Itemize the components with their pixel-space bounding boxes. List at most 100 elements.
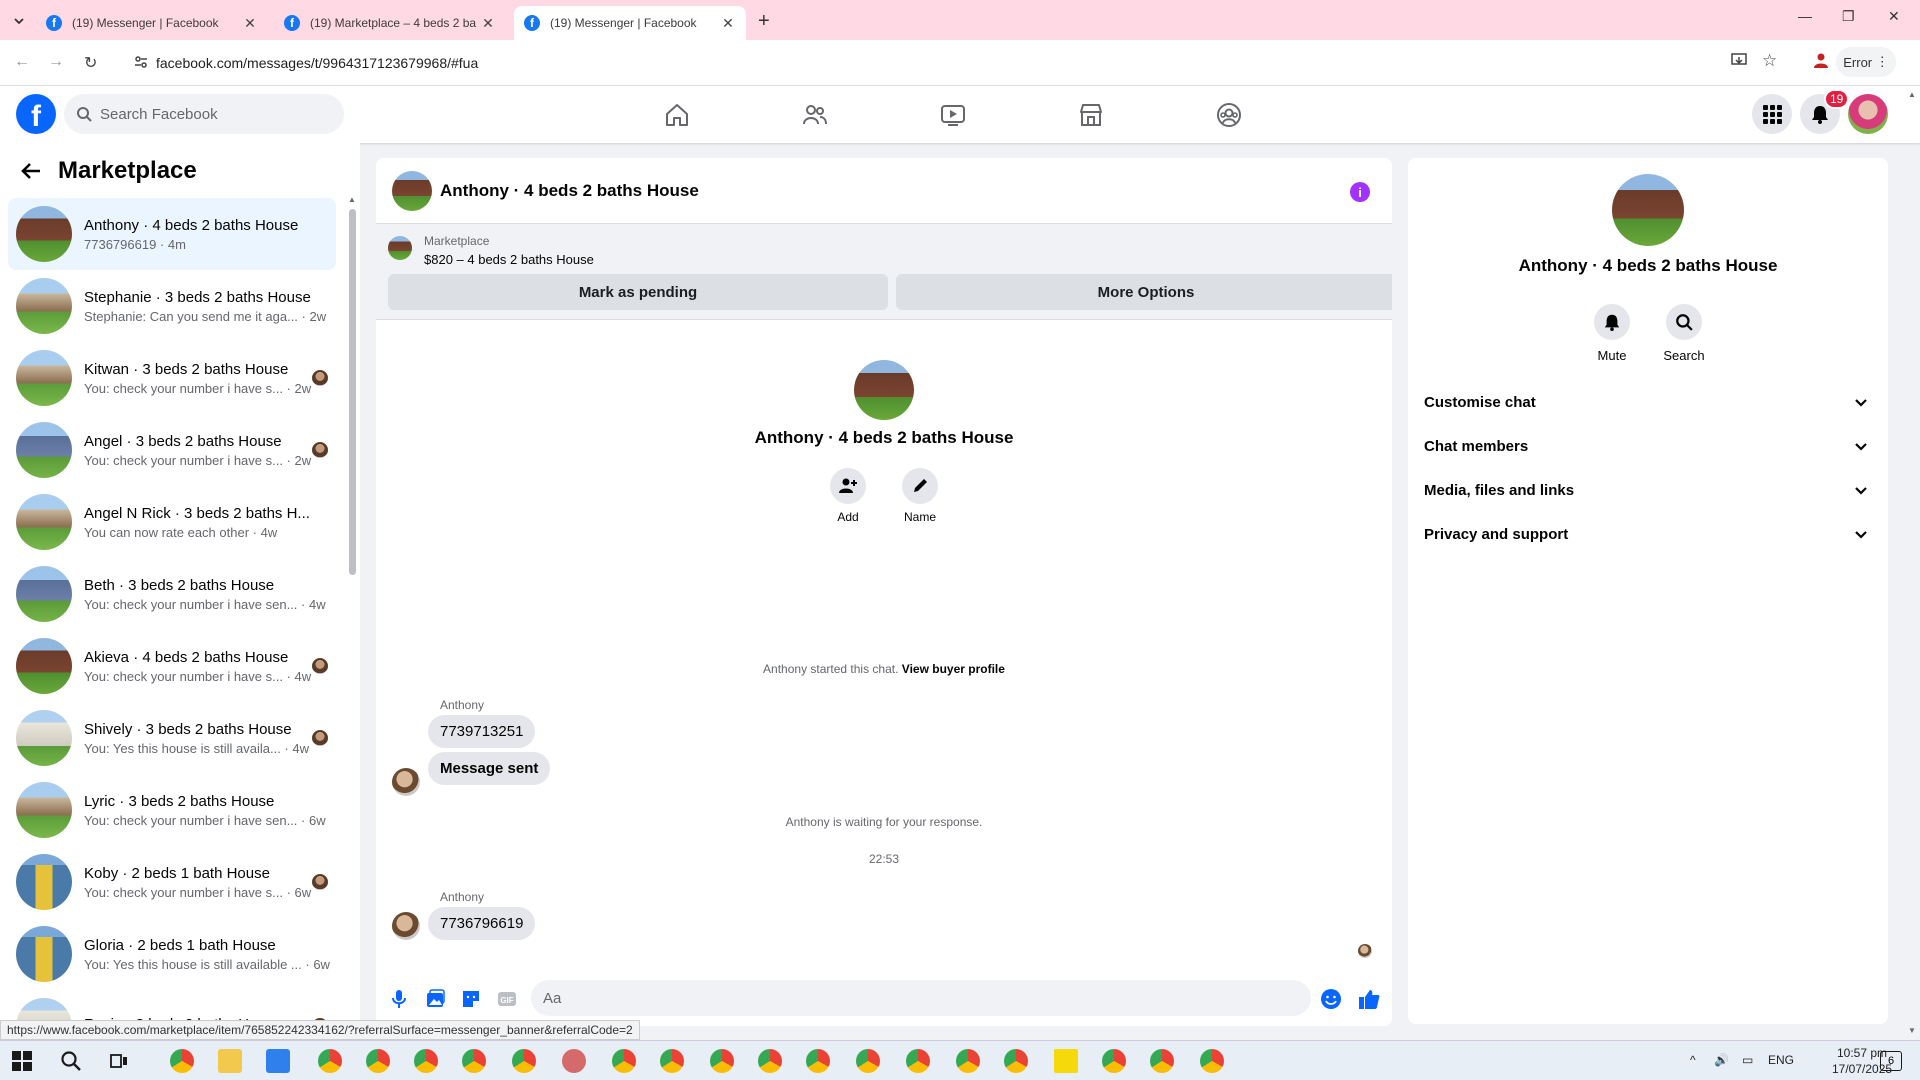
photo-icon[interactable] [424, 988, 446, 1010]
accordion-customise-chat[interactable]: Customise chat [1424, 382, 1872, 422]
chrome-taskbar-icon[interactable] [1102, 1049, 1126, 1073]
chrome-taskbar-icon[interactable] [660, 1049, 684, 1073]
message-bubble[interactable]: Message sent [428, 752, 551, 785]
network-icon[interactable]: ▭ [1742, 1053, 1753, 1067]
chrome-taskbar-icon[interactable] [1004, 1049, 1028, 1073]
microphone-icon[interactable] [388, 988, 410, 1010]
sender-avatar[interactable] [392, 768, 420, 796]
accordion-media-files-links[interactable]: Media, files and links [1424, 470, 1872, 510]
install-app-icon[interactable] [1730, 51, 1748, 69]
task-view-icon[interactable] [109, 1051, 129, 1071]
back-icon[interactable]: ← [14, 53, 30, 71]
notification-center-icon[interactable]: 6 [1880, 1051, 1902, 1071]
info-icon[interactable]: i [1350, 182, 1370, 202]
emoji-icon[interactable] [1320, 988, 1342, 1010]
volume-icon[interactable]: 🔊 [1714, 1053, 1729, 1067]
tray-expand-icon[interactable]: ^ [1690, 1053, 1696, 1067]
conversation-item[interactable]: Koby · 2 beds 1 bath House You: check you… [8, 846, 336, 918]
profile-error-button[interactable]: Error ⋮ [1836, 47, 1896, 77]
chrome-taskbar-icon[interactable] [710, 1049, 734, 1073]
chrome-taskbar-icon[interactable] [806, 1049, 830, 1073]
accordion-privacy-support[interactable]: Privacy and support [1424, 514, 1872, 554]
url-field[interactable]: facebook.com/messages/t/9964317123679968… [122, 46, 1792, 80]
chrome-taskbar-icon[interactable] [318, 1049, 342, 1073]
more-options-button[interactable]: More Options [896, 274, 1392, 310]
scroll-up-arrow-icon[interactable]: ▲ [348, 195, 356, 204]
listing-thumbnail[interactable] [388, 236, 412, 260]
message-bubble[interactable]: 7736796619 [428, 907, 536, 940]
forward-icon[interactable]: → [48, 53, 64, 71]
chrome-taskbar-icon[interactable] [758, 1049, 782, 1073]
accordion-chat-members[interactable]: Chat members [1424, 426, 1872, 466]
chrome-taskbar-icon[interactable] [366, 1049, 390, 1073]
conversation-item[interactable]: Beth · 3 beds 2 baths House You: check yo… [8, 558, 336, 630]
back-arrow-icon[interactable] [20, 160, 42, 182]
gif-icon[interactable]: GIF [496, 988, 518, 1010]
chrome-taskbar-icon[interactable] [414, 1049, 438, 1073]
close-tab-icon[interactable]: ✕ [242, 15, 258, 31]
conversation-item[interactable]: Akieva · 4 beds 2 baths House You: check … [8, 630, 336, 702]
language-indicator[interactable]: ENG [1768, 1053, 1794, 1067]
page-scroll-up-arrow-icon[interactable]: ▲ [1908, 90, 1916, 99]
conversation-item[interactable]: Angel N Rick · 3 beds 2 baths H... You ca… [8, 486, 336, 558]
browser-tab-1[interactable]: f (19) Messenger | Facebook ✕ [36, 6, 268, 40]
mute-button[interactable]: Mute [1582, 304, 1642, 363]
taskbar-search-icon[interactable] [60, 1050, 82, 1072]
home-icon[interactable] [662, 100, 692, 130]
scrollbar-thumb[interactable] [349, 209, 356, 575]
close-window-button[interactable]: ✕ [1888, 8, 1900, 25]
tab-search-button[interactable] [8, 10, 30, 32]
groups-icon[interactable] [1214, 100, 1244, 130]
site-info-icon[interactable] [134, 55, 148, 69]
chrome-taskbar-icon[interactable] [1150, 1049, 1174, 1073]
minimize-button[interactable]: — [1798, 8, 1812, 24]
reload-icon[interactable]: ↻ [84, 53, 97, 73]
conversation-item[interactable]: Lyric · 3 beds 2 baths House You: check y… [8, 774, 336, 846]
new-tab-button[interactable]: + [758, 10, 770, 33]
marketplace-icon[interactable] [1076, 100, 1106, 130]
windows-start-icon[interactable] [12, 1051, 32, 1071]
calc-taskbar-icon[interactable] [266, 1049, 290, 1073]
sticky-taskbar-icon[interactable] [1054, 1049, 1078, 1073]
menu-grid-button[interactable] [1752, 94, 1792, 134]
conversation-item[interactable]: Gloria · 2 beds 1 bath House You: Yes thi… [8, 918, 336, 990]
search-in-chat-button[interactable]: Search [1654, 304, 1714, 363]
bookmark-star-icon[interactable]: ☆ [1762, 51, 1777, 71]
chrome-taskbar-icon[interactable] [1200, 1049, 1224, 1073]
view-buyer-profile-link[interactable]: View buyer profile [902, 662, 1005, 676]
chrome-taskbar-icon[interactable] [612, 1049, 636, 1073]
thumbs-up-icon[interactable] [1358, 988, 1380, 1010]
conversation-item[interactable]: Angel · 3 beds 2 baths House You: check y… [8, 414, 336, 486]
friends-icon[interactable] [800, 100, 830, 130]
profile-icon[interactable] [1812, 51, 1830, 69]
listing-price[interactable]: $820 – 4 beds 2 baths House [424, 252, 594, 267]
sticker-icon[interactable] [460, 988, 482, 1010]
chrome-taskbar-icon[interactable] [170, 1049, 194, 1073]
chrome-taskbar-icon[interactable] [512, 1049, 536, 1073]
chat-avatar[interactable] [392, 170, 432, 211]
sender-avatar[interactable] [392, 912, 420, 940]
close-tab-icon[interactable]: ✕ [720, 15, 736, 31]
app-taskbar-icon[interactable] [562, 1049, 586, 1073]
video-icon[interactable] [938, 100, 968, 130]
chrome-taskbar-icon[interactable] [462, 1049, 486, 1073]
search-input[interactable]: Search Facebook [64, 94, 344, 134]
chrome-taskbar-icon[interactable] [906, 1049, 930, 1073]
account-avatar[interactable] [1848, 94, 1888, 134]
mark-pending-button[interactable]: Mark as pending [388, 274, 888, 310]
browser-tab-3-active[interactable]: f (19) Messenger | Facebook ✕ [514, 6, 746, 40]
browser-tab-2[interactable]: f (19) Marketplace – 4 beds 2 ba ✕ [274, 6, 506, 40]
chrome-taskbar-icon[interactable] [856, 1049, 880, 1073]
message-input[interactable]: Aa [531, 980, 1311, 1016]
add-people-button[interactable]: Add [818, 468, 878, 524]
folder-taskbar-icon[interactable] [218, 1049, 242, 1073]
close-tab-icon[interactable]: ✕ [480, 15, 496, 31]
chat-title[interactable]: Anthony · 4 beds 2 baths House [440, 181, 699, 201]
conversation-item[interactable]: Stephanie · 3 beds 2 baths House Stephani… [8, 270, 336, 342]
conversation-item[interactable]: Shively · 3 beds 2 baths House You: Yes t… [8, 702, 336, 774]
facebook-logo[interactable]: f [16, 94, 56, 134]
restore-button[interactable]: ❐ [1842, 8, 1855, 25]
conversation-item[interactable]: Anthony · 4 beds 2 baths House 7736796619… [8, 198, 336, 270]
page-scroll-down-arrow-icon[interactable]: ▼ [1908, 1026, 1916, 1035]
conversation-item[interactable]: Kitwan · 3 beds 2 baths House You: check … [8, 342, 336, 414]
